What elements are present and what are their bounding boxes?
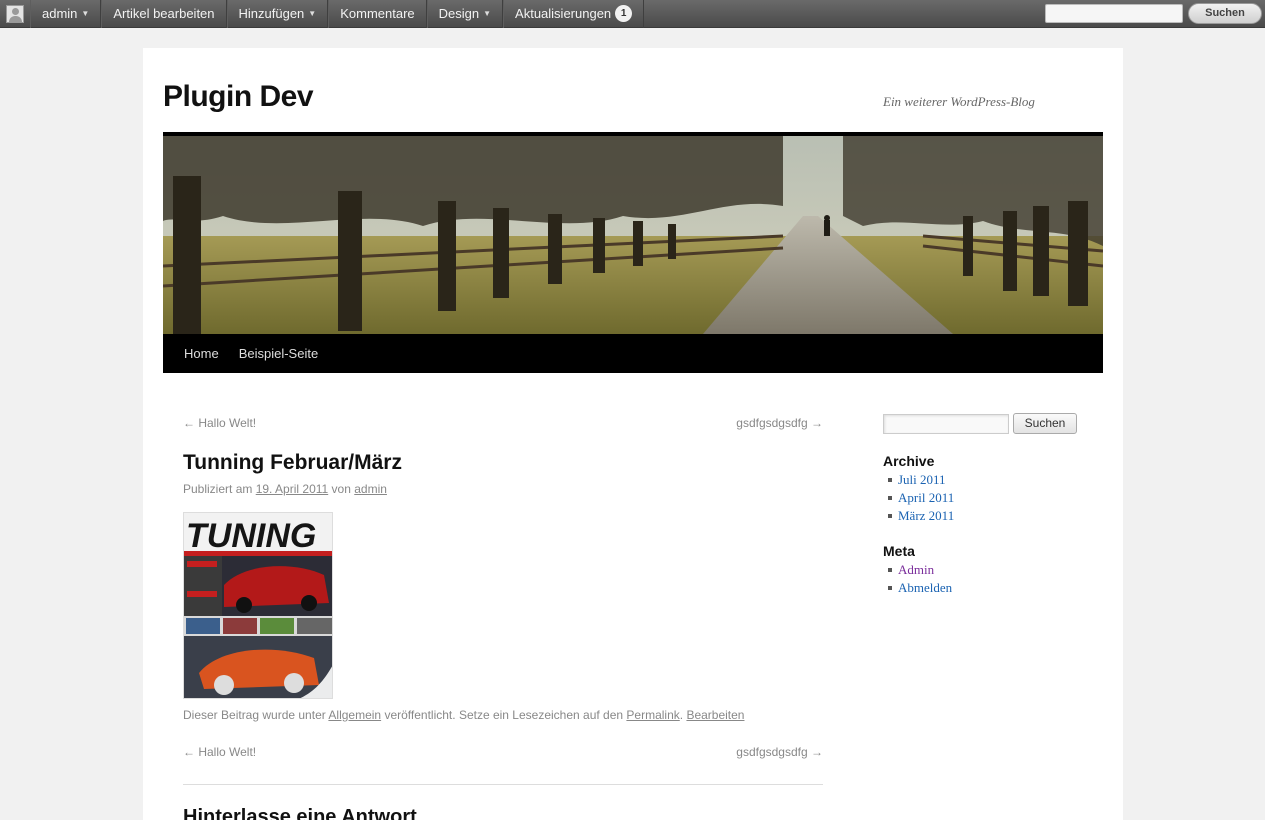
caret-down-icon: ▼	[483, 9, 492, 18]
meta-link-logout[interactable]: Abmelden	[898, 580, 952, 595]
archive-widget-title: Archive	[883, 453, 935, 469]
admin-bar: admin ▼ Artikel bearbeiten Hinzufügen ▼ Ko…	[0, 0, 1265, 28]
adminbar-user-label: admin	[42, 6, 78, 21]
content-divider	[183, 784, 823, 785]
meta-widget-title: Meta	[883, 543, 915, 559]
menu-item-sample-page[interactable]: Beispiel-Seite	[239, 346, 319, 361]
post-footer: Dieser Beitrag wurde unter Allgemein ver…	[183, 708, 745, 722]
list-item: Abmelden	[888, 579, 952, 597]
list-item: März 2011	[888, 507, 954, 525]
archive-list: Juli 2011 April 2011 März 2011	[888, 471, 954, 525]
sidebar-search-button[interactable]: Suchen	[1013, 413, 1077, 434]
archive-link-july-2011[interactable]: Juli 2011	[898, 472, 946, 487]
adminbar-add-new-label: Hinzufügen	[238, 6, 305, 21]
post-footer-prefix: Dieser Beitrag wurde unter	[183, 708, 326, 722]
post-footer-middle: veröffentlicht. Setze ein Lesezeichen au…	[384, 708, 624, 722]
post-meta: Publiziert am 19. April 2011 von admin	[183, 482, 387, 496]
updates-count-badge: 1	[615, 5, 633, 22]
adminbar-add-new[interactable]: Hinzufügen ▼	[226, 0, 329, 28]
sidebar-search-input[interactable]	[883, 414, 1009, 434]
nav-previous-link[interactable]: ← Hallo Welt!	[183, 416, 256, 430]
archive-link-march-2011[interactable]: März 2011	[898, 508, 954, 523]
adminbar-updates-label: Aktualisierungen	[515, 6, 612, 21]
post-navigation-bottom: ← Hallo Welt! gsdfgsdgsdfg →	[183, 745, 823, 759]
page-container: Plugin Dev Ein weiterer WordPress-Blog H…	[143, 48, 1123, 820]
adminbar-design-label: Design	[438, 6, 480, 21]
post-date-link[interactable]: 19. April 2011	[256, 482, 329, 496]
edit-post-link[interactable]: Bearbeiten	[686, 708, 744, 722]
adminbar-user-menu[interactable]: admin ▼	[30, 0, 102, 28]
tree-avenue-image	[163, 136, 1103, 334]
user-avatar-icon[interactable]	[0, 0, 30, 28]
list-item: April 2011	[888, 489, 954, 507]
permalink-link[interactable]: Permalink	[626, 708, 679, 722]
nav-next-link[interactable]: gsdfgsdgsdfg →	[736, 416, 823, 430]
adminbar-search-input[interactable]	[1045, 4, 1183, 23]
post-navigation-top: ← Hallo Welt! gsdfgsdgsdfg →	[183, 416, 823, 430]
meta-link-admin[interactable]: Admin	[898, 562, 934, 577]
list-item: Juli 2011	[888, 471, 954, 489]
caret-down-icon: ▼	[308, 9, 317, 18]
caret-down-icon: ▼	[81, 9, 90, 18]
main-menu: Home Beispiel-Seite	[163, 334, 1103, 373]
post-meta-prefix: Publiziert am	[183, 482, 253, 496]
magazine-cover-image[interactable]: TUNING	[183, 512, 333, 699]
adminbar-updates[interactable]: Aktualisierungen 1	[503, 0, 645, 28]
adminbar-design[interactable]: Design ▼	[426, 0, 504, 28]
nav-next-link-bottom[interactable]: gsdfgsdgsdfg →	[736, 745, 823, 759]
archive-link-april-2011[interactable]: April 2011	[898, 490, 954, 505]
nav-previous-link-bottom[interactable]: ← Hallo Welt!	[183, 745, 256, 759]
adminbar-comments-label: Kommentare	[340, 6, 415, 21]
adminbar-search-button[interactable]: Suchen	[1188, 3, 1262, 24]
category-link[interactable]: Allgemein	[328, 708, 381, 722]
site-title[interactable]: Plugin Dev	[163, 80, 314, 114]
post-meta-by: von	[331, 482, 351, 496]
meta-list: Admin Abmelden	[888, 561, 952, 597]
menu-item-home[interactable]: Home	[184, 346, 219, 361]
list-item: Admin	[888, 561, 952, 579]
adminbar-edit-post-label: Artikel bearbeiten	[113, 6, 215, 21]
reply-title: Hinterlasse eine Antwort	[183, 806, 417, 820]
post-author-link[interactable]: admin	[354, 482, 387, 496]
adminbar-comments[interactable]: Kommentare	[328, 0, 427, 28]
post-title: Tunning Februar/März	[183, 451, 402, 474]
site-description: Ein weiterer WordPress-Blog	[883, 94, 1035, 109]
adminbar-edit-post[interactable]: Artikel bearbeiten	[101, 0, 227, 28]
magazine-cover-graphic: TUNING	[184, 513, 332, 698]
magazine-masthead: TUNING	[186, 517, 316, 555]
header-image[interactable]	[163, 132, 1103, 334]
